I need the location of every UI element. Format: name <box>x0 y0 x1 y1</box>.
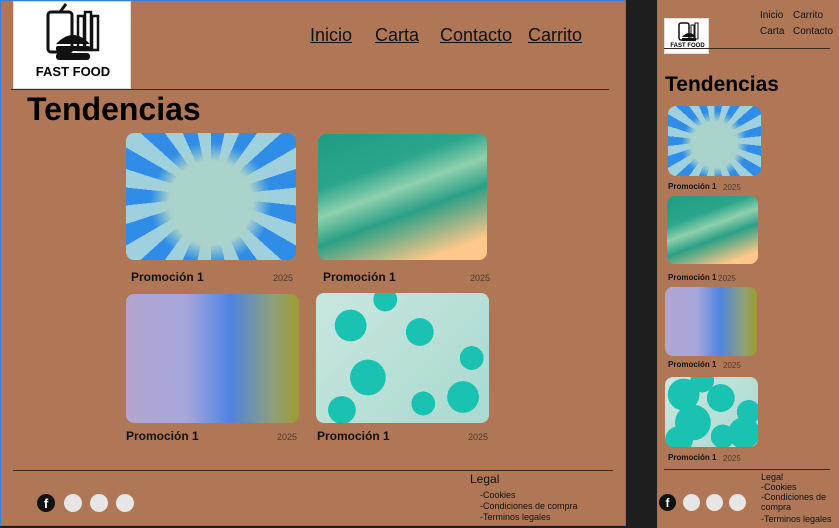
footer-divider <box>13 470 613 471</box>
mobile-header-divider <box>664 48 830 49</box>
desktop-frame: FAST FOOD Inicio Carta Contacto Carrito … <box>0 0 626 526</box>
section-title: Tendencias <box>27 91 201 127</box>
legal-conditions-link[interactable]: -Condiciones de compra <box>480 501 578 511</box>
social-icon-4[interactable] <box>116 494 134 512</box>
mobile-promo-card-image-3[interactable] <box>665 287 757 356</box>
nav-contacto[interactable]: Contacto <box>440 25 512 46</box>
promo-card-image-1[interactable] <box>126 133 296 260</box>
promo-card-year-1: 2025 <box>273 273 294 283</box>
header-divider <box>11 89 609 90</box>
mobile-legal-conditions-link[interactable]: -Condiciones de compra <box>761 492 835 512</box>
promo-card-label-3: Promoción 1 <box>126 429 199 443</box>
mobile-nav-inicio[interactable]: Inicio <box>760 10 783 21</box>
facebook-icon[interactable]: f <box>37 494 55 512</box>
promo-card-label-1: Promoción 1 <box>131 270 204 284</box>
promo-card-year-4: 2025 <box>468 432 489 442</box>
social-icon-3[interactable] <box>90 494 108 512</box>
mobile-promo-card-label-3: Promoción 1 <box>668 360 717 369</box>
mobile-promo-card-year-1: 2025 <box>723 183 741 192</box>
mobile-social-icon-3[interactable] <box>706 494 723 511</box>
mobile-promo-card-image-4[interactable] <box>665 377 758 447</box>
mobile-promo-card-year-2: 2025 <box>718 274 736 283</box>
mobile-promo-card-label-2: Promoción 1 <box>668 273 717 282</box>
legal-title: Legal <box>470 472 500 486</box>
promo-card-image-3[interactable] <box>126 294 299 423</box>
promo-card-label-4: Promoción 1 <box>317 429 390 443</box>
mobile-promo-card-year-3: 2025 <box>723 361 741 370</box>
mobile-nav-carrito[interactable]: Carrito <box>793 10 823 21</box>
legal-cookies-link[interactable]: -Cookies <box>480 490 516 500</box>
nav-carta[interactable]: Carta <box>375 25 419 46</box>
nav-carrito[interactable]: Carrito <box>528 25 582 46</box>
mobile-promo-card-label-1: Promoción 1 <box>668 182 717 191</box>
mobile-promo-card-year-4: 2025 <box>723 454 741 463</box>
promo-card-image-4[interactable] <box>316 293 489 423</box>
promo-card-image-2[interactable] <box>318 134 487 260</box>
social-icon-2[interactable] <box>64 494 82 512</box>
mobile-promo-card-label-4: Promoción 1 <box>668 453 717 462</box>
mobile-social-icon-4[interactable] <box>729 494 746 511</box>
mobile-footer-divider <box>664 469 830 470</box>
mobile-legal-title: Legal <box>761 472 784 482</box>
legal-terms-link[interactable]: -Terminos legales <box>480 512 551 522</box>
mobile-promo-card-image-1[interactable] <box>668 106 761 176</box>
mobile-promo-card-image-2[interactable] <box>667 196 758 264</box>
mobile-legal-cookies-link[interactable]: -Cookies <box>761 482 797 492</box>
mobile-social-icon-2[interactable] <box>683 494 700 511</box>
logo[interactable]: FAST FOOD <box>13 1 131 89</box>
mobile-legal-terms-link[interactable]: -Terminos legales <box>761 514 832 524</box>
logo-text: FAST FOOD <box>35 64 111 79</box>
mobile-facebook-icon[interactable]: f <box>659 494 676 511</box>
promo-card-year-3: 2025 <box>277 432 298 442</box>
promo-card-year-2: 2025 <box>470 273 491 283</box>
mobile-nav-carta[interactable]: Carta <box>760 26 784 37</box>
mobile-nav-contacto[interactable]: Contacto <box>793 26 833 37</box>
mobile-burger-icon <box>678 22 699 41</box>
mobile-section-title: Tendencias <box>665 73 779 96</box>
mobile-frame: FAST FOOD Inicio Carrito Carta Contacto … <box>657 0 839 528</box>
nav-inicio[interactable]: Inicio <box>310 25 352 46</box>
promo-card-label-2: Promoción 1 <box>323 270 396 284</box>
